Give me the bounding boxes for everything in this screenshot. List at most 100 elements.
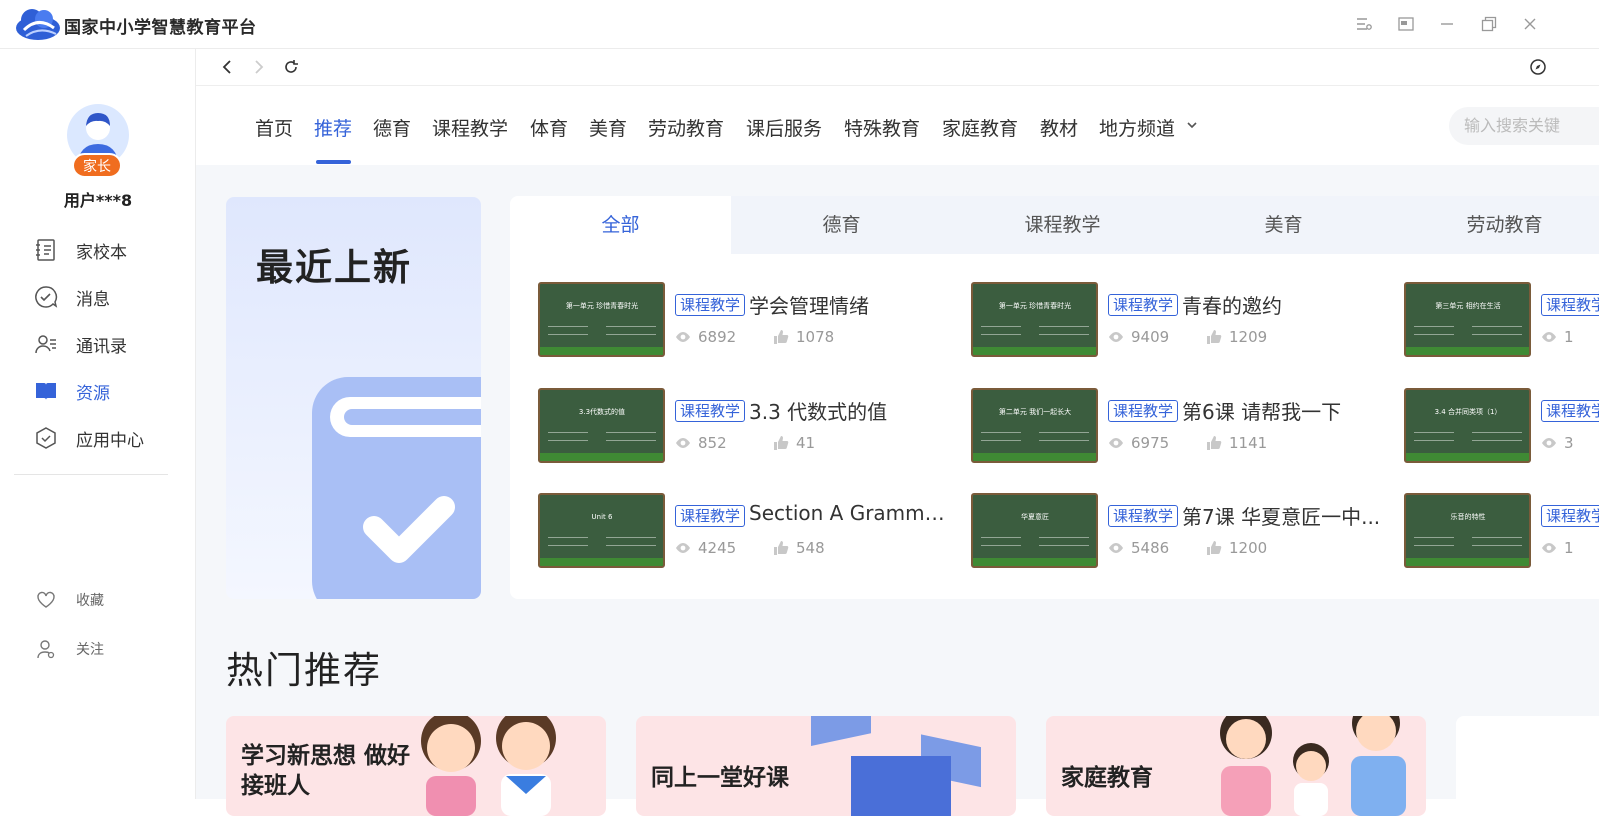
resource-item[interactable]: 第三单元 相约在生活 课程教学 1	[1404, 282, 1599, 357]
minimize-icon[interactable]	[1437, 14, 1457, 34]
resource-item[interactable]: 华夏意匠 课程教学 第7课 华夏意匠一中... 5486 1200	[971, 493, 1391, 568]
resource-thumbnail[interactable]: 第一单元 珍惜青春时光	[971, 282, 1098, 357]
tab-special-education[interactable]: 特殊教育	[844, 114, 920, 141]
restore-icon[interactable]	[1479, 14, 1499, 34]
sidebar-item-messages[interactable]: 消息	[34, 282, 110, 312]
resource-title[interactable]: 学会管理情绪	[749, 290, 949, 319]
online-class-illustration-icon	[811, 716, 981, 816]
close-icon[interactable]	[1520, 14, 1540, 34]
forward-icon[interactable]	[249, 57, 269, 77]
resource-thumbnail[interactable]: Unit 6	[538, 493, 665, 568]
title-bar: 国家中小学智慧教育平台	[0, 0, 1599, 49]
thumbnail-title: 第三单元 相约在生活	[1435, 302, 1501, 310]
view-count: 6975	[1108, 434, 1169, 452]
chevron-down-icon[interactable]	[1186, 120, 1198, 130]
resource-thumbnail[interactable]: 第一单元 珍惜青春时光	[538, 282, 665, 357]
view-count: 4245	[675, 539, 736, 557]
sidebar-item-home-school-book[interactable]: 家校本	[34, 235, 127, 265]
resource-thumbnail[interactable]: 第二单元 我们一起长大	[971, 388, 1098, 463]
resource-tag: 课程教学	[675, 505, 746, 527]
category-tab-aesthetic[interactable]: 美育	[1173, 196, 1394, 254]
resource-tag: 课程教学	[675, 400, 746, 422]
hot-card[interactable]: 家庭教育	[1046, 716, 1426, 816]
category-tab-moral[interactable]: 德育	[731, 196, 952, 254]
view-count-value: 852	[698, 434, 727, 452]
resource-item[interactable]: 第一单元 珍惜青春时光 课程教学 学会管理情绪 6892 1078	[538, 282, 958, 357]
like-count-value: 41	[796, 434, 816, 452]
resource-tag: 课程教学	[1108, 294, 1179, 316]
sidebar-item-label: 通讯录	[76, 336, 127, 357]
eye-icon	[1542, 438, 1556, 448]
sidebar-item-favorites[interactable]: 收藏	[36, 587, 104, 613]
resource-thumbnail[interactable]: 乐音的特性	[1404, 493, 1531, 568]
resource-title[interactable]: Section A Grammar...	[749, 501, 949, 525]
notebook-icon	[36, 239, 55, 261]
tab-course-teaching[interactable]: 课程教学	[432, 114, 508, 141]
tab-aesthetic-education[interactable]: 美育	[589, 114, 627, 141]
resource-thumbnail[interactable]: 3.3代数式的值	[538, 388, 665, 463]
settings-icon[interactable]	[1354, 14, 1374, 34]
tab-recommend[interactable]: 推荐	[314, 114, 352, 141]
view-count: 1	[1541, 328, 1574, 346]
resource-item[interactable]: 第一单元 珍惜青春时光 课程教学 青春的邀约 9409 1209	[971, 282, 1391, 357]
resource-item[interactable]: 第二单元 我们一起长大 课程教学 第6课 请帮我一下 6975 1141	[971, 388, 1391, 463]
sidebar-item-resources[interactable]: 资源	[34, 376, 110, 406]
resource-thumbnail[interactable]: 华夏意匠	[971, 493, 1098, 568]
tab-home[interactable]: 首页	[255, 114, 293, 141]
search-input[interactable]: 输入搜索关键	[1449, 107, 1599, 145]
compass-icon[interactable]	[1528, 57, 1548, 77]
thumbnail-title: 乐音的特性	[1450, 513, 1486, 521]
sidebar-item-contacts[interactable]: 通讯录	[34, 329, 127, 359]
tab-moral-education[interactable]: 德育	[373, 114, 411, 141]
resource-tag: 课程教学	[1541, 400, 1599, 422]
hot-card[interactable]: 学习新思想 做好接班人	[226, 716, 606, 816]
resource-title[interactable]: 第7课 华夏意匠一中...	[1182, 501, 1382, 530]
picture-in-picture-icon[interactable]	[1396, 14, 1416, 34]
sidebar-item-label: 关注	[76, 642, 104, 658]
sidebar-item-app-center[interactable]: 应用中心	[34, 423, 144, 453]
view-count-value: 1	[1564, 328, 1574, 346]
refresh-icon[interactable]	[281, 57, 301, 77]
tab-after-school[interactable]: 课后服务	[746, 114, 822, 141]
eye-icon	[676, 332, 690, 342]
view-count-value: 5486	[1131, 539, 1170, 557]
category-tabs: 全部 德育 课程教学 美育 劳动教育	[510, 196, 1599, 254]
tab-family-education[interactable]: 家庭教育	[942, 114, 1018, 141]
resource-title[interactable]: 3.3 代数式的值	[749, 396, 949, 425]
category-tab-labor[interactable]: 劳动教育	[1394, 196, 1599, 254]
view-count: 5486	[1108, 539, 1169, 557]
back-icon[interactable]	[217, 57, 237, 77]
resource-thumbnail[interactable]: 3.4 合并同类项（1）	[1404, 388, 1531, 463]
tab-labor-education[interactable]: 劳动教育	[648, 114, 724, 141]
view-count-value: 1	[1564, 539, 1574, 557]
sidebar-item-follow[interactable]: 关注	[36, 636, 104, 662]
hot-card-label: 学习新思想 做好接班人	[241, 743, 411, 799]
tab-local-channels[interactable]: 地方频道	[1099, 114, 1175, 141]
hot-card[interactable]	[1456, 716, 1599, 816]
role-badge: 家长	[72, 153, 122, 178]
category-tab-course[interactable]: 课程教学	[952, 196, 1173, 254]
hot-card[interactable]: 同上一堂好课	[636, 716, 1016, 816]
tab-sports[interactable]: 体育	[530, 114, 568, 141]
resource-thumbnail[interactable]: 第三单元 相约在生活	[1404, 282, 1531, 357]
resource-item[interactable]: 乐音的特性 课程教学 1	[1404, 493, 1599, 568]
category-tab-all[interactable]: 全部	[510, 196, 731, 254]
eye-icon	[1542, 543, 1556, 553]
resource-title[interactable]: 青春的邀约	[1182, 290, 1382, 319]
book-illustration-icon	[312, 377, 481, 599]
view-count: 1	[1541, 539, 1574, 557]
book-icon	[36, 383, 56, 400]
like-count-value: 1078	[796, 328, 835, 346]
recent-resources-panel: 全部 德育 课程教学 美育 劳动教育 第一单元 珍惜青春时光 课程教学 学会管理情绪…	[510, 196, 1599, 599]
sidebar-item-label: 资源	[76, 383, 110, 404]
tab-textbooks[interactable]: 教材	[1040, 114, 1078, 141]
like-count: 548	[773, 539, 825, 557]
resource-item[interactable]: Unit 6 课程教学 Section A Grammar... 4245 548	[538, 493, 958, 568]
thumbs-up-icon	[774, 330, 789, 344]
resource-tag: 课程教学	[1541, 294, 1599, 316]
resource-title[interactable]: 第6课 请帮我一下	[1182, 396, 1382, 425]
resource-tag: 课程教学	[675, 294, 746, 316]
resource-item[interactable]: 3.4 合并同类项（1） 课程教学 3	[1404, 388, 1599, 463]
resource-item[interactable]: 3.3代数式的值 课程教学 3.3 代数式的值 852 41	[538, 388, 958, 463]
thumbnail-title: 3.4 合并同类项（1）	[1434, 408, 1502, 416]
